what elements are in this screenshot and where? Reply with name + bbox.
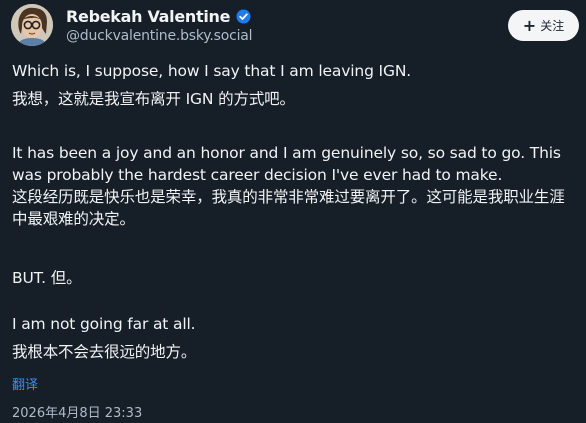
verified-check-icon [236, 9, 251, 24]
post-paragraph-3-en: BUT. [12, 269, 46, 287]
plus-icon: + [522, 15, 537, 35]
post-paragraph-1-zh: 我想，这就是我宣布离开 IGN 的方式吧。 [12, 90, 295, 108]
post-paragraph-4: I am not going far at all. 我根本不会去很远的地方。 [12, 313, 578, 363]
post-paragraph-4-en: I am not going far at all. [12, 315, 196, 333]
author-display-name[interactable]: Rebekah Valentine [66, 7, 230, 26]
author-name-row: Rebekah Valentine [66, 6, 251, 26]
author-handle[interactable]: @duckvalentine.bsky.social [66, 28, 253, 44]
post-paragraph-1-en: Which is, I suppose, how I say that I am… [12, 62, 412, 80]
follow-button[interactable]: + 关注 [508, 10, 579, 41]
post-paragraph-2-zh: 这段经历既是快乐也是荣幸，我真的非常非常难过要离开了。这可能是我职业生涯中最艰难… [12, 188, 565, 228]
avatar[interactable] [11, 4, 53, 46]
post-paragraph-2-en: It has been a joy and an honor and I am … [12, 144, 561, 184]
post-paragraph-2: It has been a joy and an honor and I am … [12, 142, 578, 230]
post-paragraph-1: Which is, I suppose, how I say that I am… [12, 60, 578, 110]
translate-link[interactable]: 翻译 [12, 374, 38, 393]
follow-button-label: 关注 [540, 19, 565, 33]
post-card: Rebekah Valentine @duckvalentine.bsky.so… [0, 0, 586, 423]
post-timestamp[interactable]: 2026年4月8日 23:33 [12, 402, 142, 421]
post-paragraph-3: BUT. 但。 [12, 267, 578, 289]
avatar-illustration-icon [11, 4, 53, 46]
post-paragraph-3-zh: 但。 [50, 269, 82, 287]
post-paragraph-4-zh: 我根本不会去很远的地方。 [12, 343, 197, 361]
